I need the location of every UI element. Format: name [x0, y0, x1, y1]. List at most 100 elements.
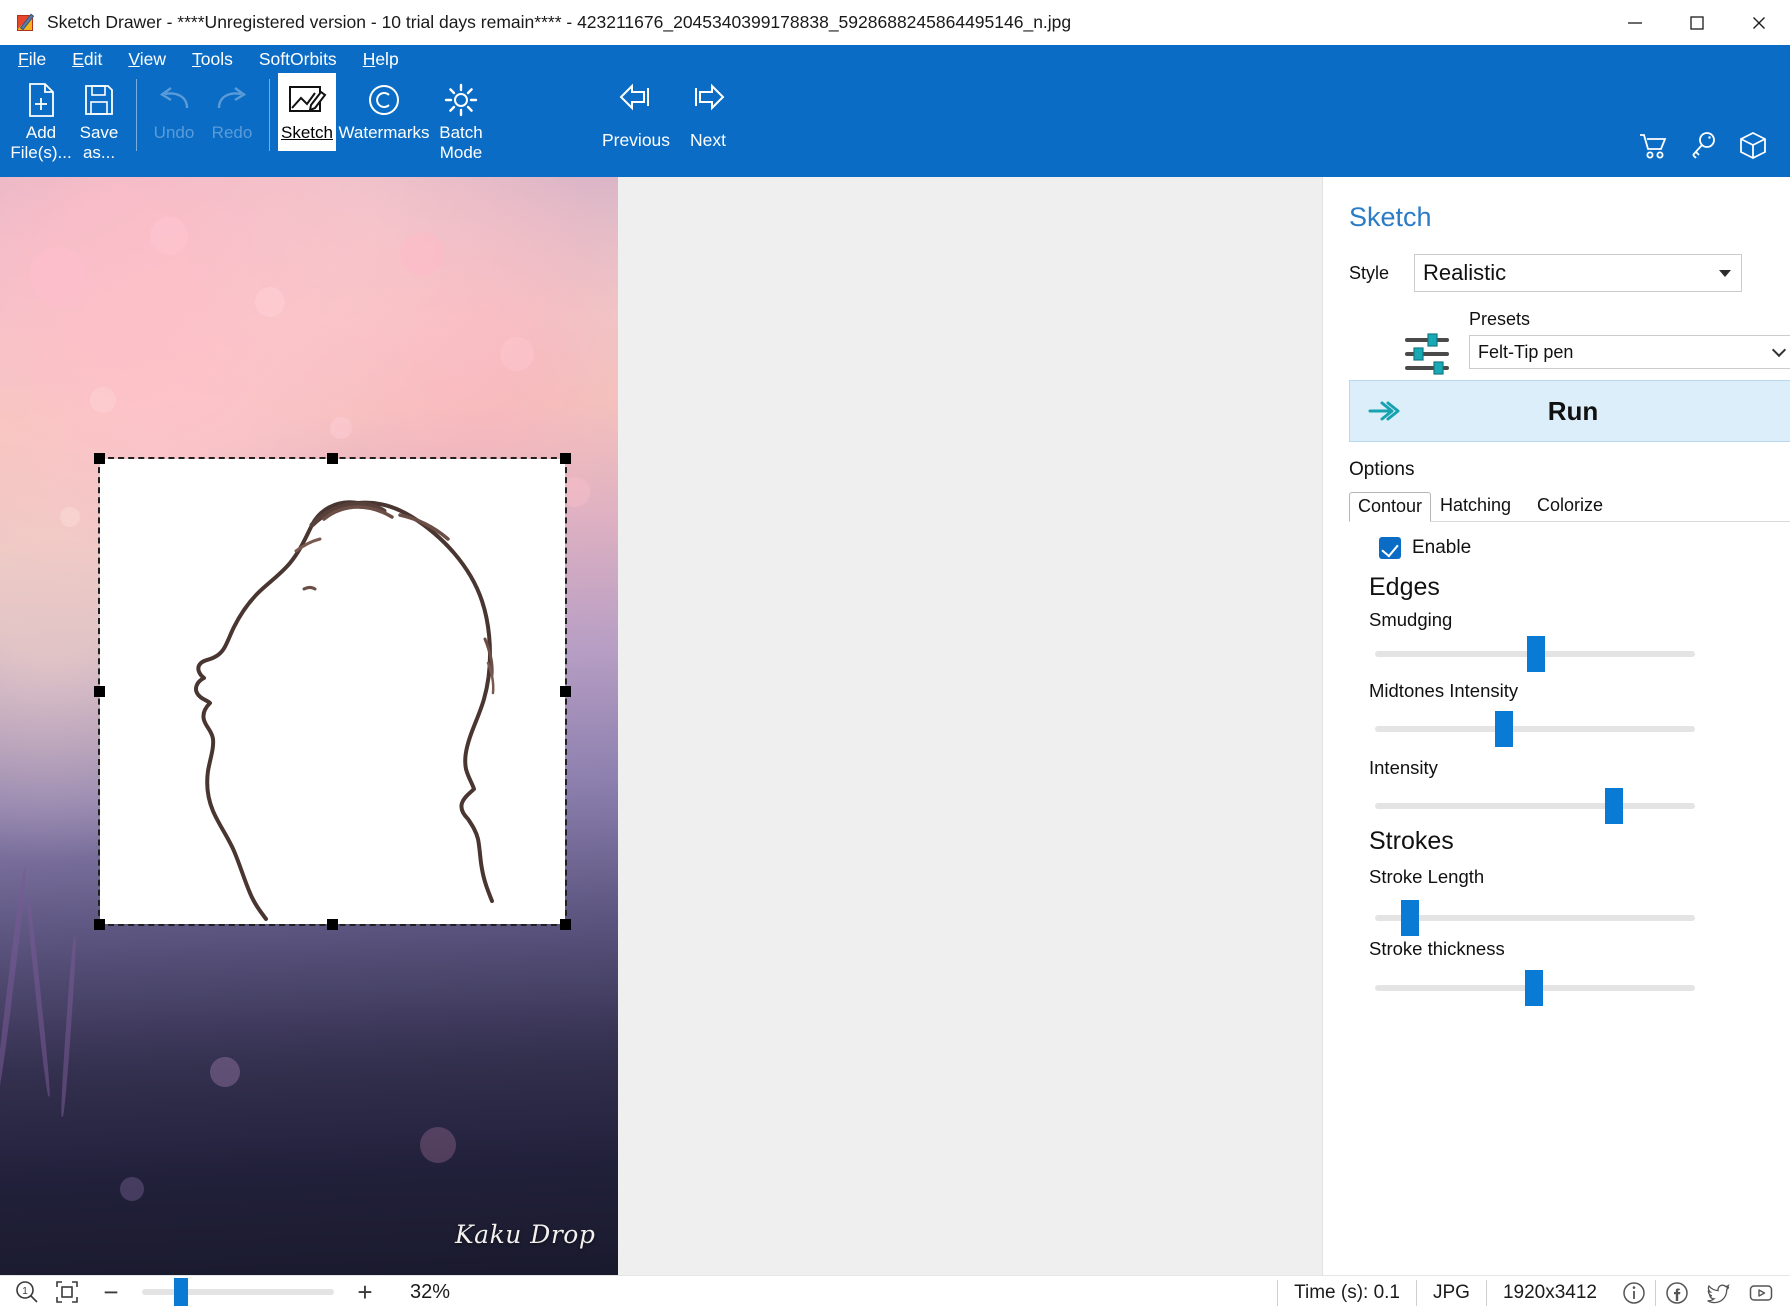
slider-intensity[interactable]: [1375, 788, 1695, 824]
toolbar: Add File(s)... Save as... Undo Redo Sket…: [10, 73, 490, 177]
selection-handle-middle-left[interactable]: [94, 685, 105, 697]
save-as-label-line2: as...: [82, 143, 116, 162]
tab-hatching[interactable]: Hatching: [1432, 492, 1519, 522]
title-bar: Sketch Drawer - ****Unregistered version…: [0, 0, 1790, 45]
sketch-icon: [287, 79, 327, 121]
previous-label: Previous: [601, 130, 671, 150]
selection-handle-top-center[interactable]: [326, 453, 338, 464]
slider-thumb[interactable]: [1495, 711, 1513, 747]
run-button[interactable]: Run: [1349, 380, 1790, 442]
menu-edit[interactable]: Edit: [72, 49, 102, 70]
zoom-slider-thumb[interactable]: [174, 1278, 188, 1306]
box-icon[interactable]: [1738, 131, 1768, 161]
source-photo[interactable]: Kaku Drop: [0, 177, 618, 1275]
menu-softorbits[interactable]: SoftOrbits: [259, 49, 337, 70]
batch-mode-label-line2: Mode: [439, 143, 483, 162]
menu-view[interactable]: View: [128, 49, 166, 70]
sketch-tab-button[interactable]: Sketch: [278, 73, 336, 151]
enable-label: Enable: [1412, 537, 1472, 558]
selection-handle-middle-right[interactable]: [560, 685, 571, 697]
slider-smudging[interactable]: [1375, 636, 1695, 672]
fit-to-window-icon[interactable]: [54, 1279, 80, 1305]
status-separator: [1655, 1279, 1656, 1306]
save-as-button[interactable]: Save as...: [70, 73, 128, 173]
presets-dropdown[interactable]: Felt-Tip pen: [1469, 335, 1790, 369]
tab-colorize[interactable]: Colorize: [1529, 492, 1611, 522]
zoom-out-button[interactable]: −: [96, 1277, 126, 1307]
canvas-area[interactable]: Kaku Drop: [0, 177, 1322, 1275]
facebook-icon[interactable]: [1664, 1280, 1690, 1306]
redo-icon: [212, 79, 252, 121]
toolbar-divider-2: [269, 79, 270, 151]
enable-row[interactable]: Enable: [1379, 537, 1471, 559]
slider-track: [1375, 915, 1695, 921]
slider-label-midtones-intensity: Midtones Intensity: [1369, 680, 1519, 701]
zoom-in-button[interactable]: +: [350, 1277, 380, 1307]
close-button[interactable]: [1728, 0, 1790, 45]
youtube-icon[interactable]: [1748, 1280, 1774, 1306]
presets-sliders-icon: [1401, 332, 1457, 376]
selection-handle-top-left[interactable]: [94, 453, 105, 464]
zoom-actual-size-icon[interactable]: 1: [14, 1279, 40, 1305]
status-bar-right: Time (s): 0.1 JPG 1920x3412: [1277, 1276, 1782, 1308]
slider-stroke-length[interactable]: [1375, 900, 1695, 936]
batch-mode-label-line1: Batch: [439, 123, 483, 142]
slider-midtones-intensity[interactable]: [1375, 711, 1695, 747]
add-files-label-line1: Add: [25, 123, 57, 142]
next-label: Next: [690, 130, 726, 150]
redo-button[interactable]: Redo: [203, 73, 261, 173]
section-heading-edges: Edges: [1369, 573, 1440, 601]
zoom-slider[interactable]: [142, 1278, 334, 1306]
chevron-down-icon: [1771, 342, 1787, 358]
slider-thumb[interactable]: [1605, 788, 1623, 824]
enable-checkbox[interactable]: [1379, 537, 1401, 559]
selection-handle-top-right[interactable]: [560, 453, 571, 464]
presets-value: Felt-Tip pen: [1478, 341, 1574, 362]
minimize-button[interactable]: [1604, 0, 1666, 45]
slider-track: [1375, 803, 1695, 809]
next-button[interactable]: Next: [672, 73, 744, 151]
slider-thumb[interactable]: [1527, 636, 1545, 672]
window-title: Sketch Drawer - ****Unregistered version…: [47, 12, 1072, 32]
maximize-button[interactable]: [1666, 0, 1728, 45]
style-dropdown[interactable]: Realistic: [1414, 254, 1742, 292]
menu-tools[interactable]: Tools: [192, 49, 233, 70]
selection-handle-bottom-left[interactable]: [94, 919, 105, 930]
twitter-icon[interactable]: [1706, 1280, 1732, 1306]
selection-handle-bottom-right[interactable]: [560, 919, 571, 930]
slider-thumb[interactable]: [1401, 900, 1419, 936]
undo-button[interactable]: Undo: [145, 73, 203, 173]
key-icon[interactable]: [1688, 131, 1718, 161]
watermarks-button[interactable]: Watermarks: [336, 73, 432, 173]
batch-mode-button[interactable]: Batch Mode: [432, 73, 490, 173]
app-logo-icon: [14, 12, 36, 34]
menu-bar: File Edit View Tools SoftOrbits Help: [0, 45, 425, 73]
add-files-button[interactable]: Add File(s)...: [10, 73, 72, 173]
tab-contour[interactable]: Contour: [1349, 492, 1432, 522]
menu-help-rest: elp: [375, 48, 399, 69]
processing-time: Time (s): 0.1: [1294, 1281, 1400, 1303]
ribbon-right-icons: [1638, 131, 1768, 161]
save-icon: [82, 79, 116, 121]
presets-label: Presets: [1469, 309, 1531, 329]
menu-view-rest: iew: [139, 48, 167, 69]
menu-file[interactable]: File: [18, 49, 46, 70]
previous-button[interactable]: Previous: [600, 73, 672, 151]
slider-thumb[interactable]: [1525, 970, 1543, 1006]
menu-help[interactable]: Help: [363, 49, 399, 70]
add-file-icon: [24, 79, 58, 121]
sketch-preview-image: [193, 500, 495, 921]
slider-stroke-thickness[interactable]: [1375, 970, 1695, 1006]
info-icon[interactable]: [1621, 1280, 1647, 1306]
menu-edit-rest: dit: [83, 48, 103, 69]
status-bar: 1 − + 32% Time (s): 0.1 JPG 1920x3412: [0, 1275, 1790, 1308]
sketch-options-panel: Sketch Style Realistic Presets Felt-Tip …: [1322, 177, 1790, 1275]
cart-icon[interactable]: [1638, 131, 1668, 161]
arrow-left-icon: [616, 81, 656, 118]
style-row: Style Realistic: [1349, 254, 1767, 292]
slider-label-intensity: Intensity: [1369, 757, 1438, 778]
slider-track: [1375, 726, 1695, 732]
selection-handle-bottom-center[interactable]: [326, 919, 338, 930]
selection-region[interactable]: [94, 453, 571, 930]
svg-text:1: 1: [22, 1286, 28, 1297]
